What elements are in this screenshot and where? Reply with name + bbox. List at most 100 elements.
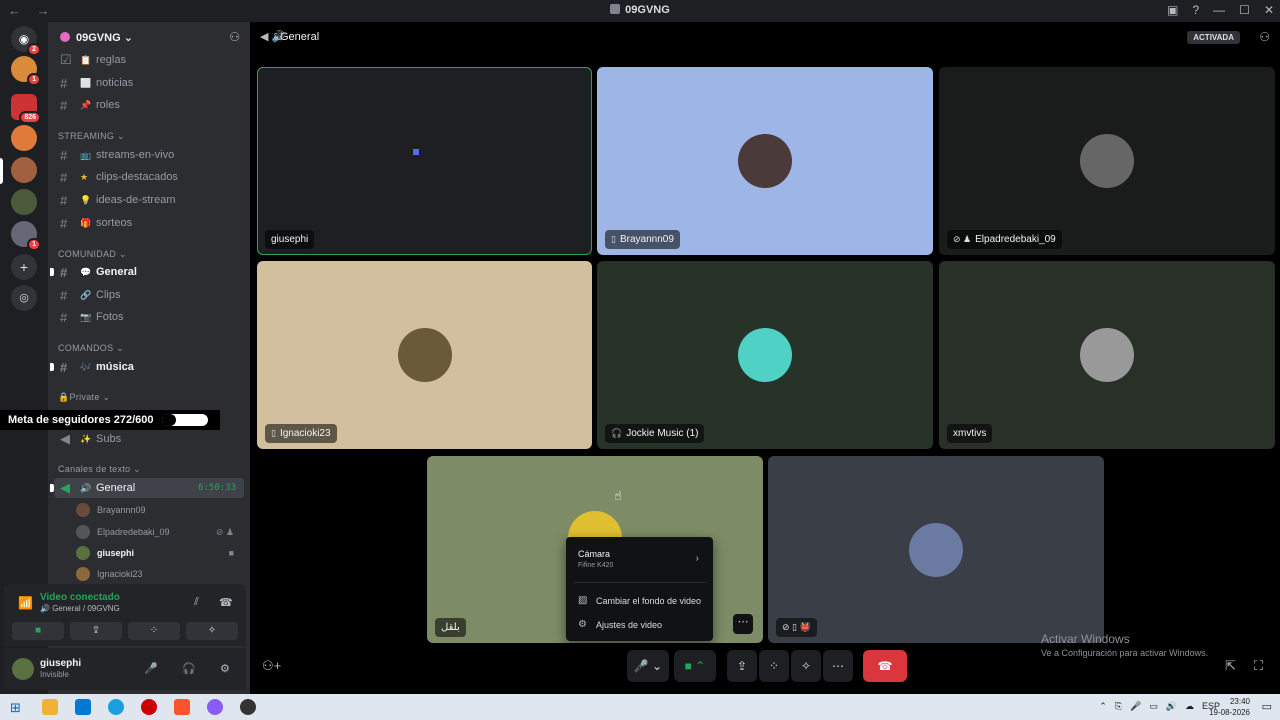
add-server-button[interactable]: + [11,254,37,280]
add-user-icon[interactable]: ⚇+ [262,658,281,674]
channel-clips[interactable]: # 🔗 Clips [54,285,244,305]
members-icon[interactable]: ⚇ [1259,30,1270,44]
server-icon-2[interactable]: 826 [11,94,41,124]
close-button[interactable]: ✕ [1264,3,1274,17]
camera-toggle-button[interactable]: ■ ⌃ [674,650,716,682]
disconnect-button[interactable]: ☎ [863,650,907,682]
channel-fotos[interactable]: # 📷 Fotos [54,307,244,327]
server-icon-1[interactable]: 1 [11,56,41,86]
video-tile-brayannn09[interactable]: ▯ Brayannn09 [597,67,933,255]
voice-member[interactable]: giusephi ■ [76,543,244,563]
home-button[interactable]: ◉ 2 [11,26,41,56]
settings-icon[interactable]: ⚙ [220,662,230,675]
category-streaming[interactable]: STREAMING ⌄ [58,131,125,142]
signal-icon[interactable]: 📶 [18,596,33,610]
network-icon[interactable]: ▭ [1149,701,1158,712]
chevron-up-icon[interactable]: ⌃ [1099,701,1107,712]
more-icon: ⋯ [832,659,844,673]
discover-button[interactable]: ◎ [11,285,37,311]
clock-time: 23:40 [1229,697,1250,706]
change-background-menu-item[interactable]: ▨ Cambiar el fondo de video [578,595,701,606]
screen-share-button[interactable]: ⇪ [70,622,122,640]
minimize-button[interactable]: — [1213,3,1225,17]
maximize-button[interactable]: ☐ [1239,3,1250,17]
discord-taskbar-icon[interactable] [240,699,256,715]
inbox-icon[interactable]: ▣ [1167,3,1178,17]
disconnect-icon[interactable]: ☎ [219,596,233,609]
volume-icon[interactable]: 🔊 [1166,701,1177,712]
tile-more-button[interactable]: ⋯ [733,614,753,634]
usb-icon[interactable]: ⎘ [1115,701,1122,712]
hash-icon: # [60,264,68,280]
server-icon-3[interactable] [11,125,37,151]
help-icon[interactable]: ? [1192,3,1199,17]
channel-reglas[interactable]: ☑ 📋 reglas [54,50,244,70]
app-icon[interactable] [141,699,157,715]
video-tile-xmvtivs[interactable]: xmvtivs [939,261,1275,449]
mail-icon[interactable] [75,699,91,715]
sparkle-icon: ✨ [80,433,92,444]
avatar[interactable] [12,658,34,680]
category-comandos[interactable]: COMANDOS ⌄ [58,343,124,354]
server-icon-6[interactable]: 1 [11,221,41,251]
camera-button[interactable]: ■ [12,622,64,640]
file-explorer-icon[interactable] [42,699,58,715]
video-tile-elpadredebaki[interactable]: ⊘ ♟ Elpadredebaki_09 [939,67,1275,255]
server-badge: 2 [27,43,41,56]
obs-icon[interactable] [207,699,223,715]
channel-streams-en-vivo[interactable]: # 📺 streams-en-vivo [54,145,244,165]
headset-icon[interactable]: 🎧 [182,662,196,675]
voice-member[interactable]: Elpadredebaki_09 ⊘ ♟ [76,522,244,542]
soundboard-button[interactable]: ✧ [186,622,238,640]
fullscreen-icon[interactable]: ⛶ [1254,658,1263,674]
video-tile-giusephi[interactable]: giusephi [257,67,592,255]
edge-icon[interactable] [108,699,124,715]
status-badge: ACTIVADA [1187,31,1240,44]
windows-start-icon[interactable]: ⊞ [10,700,21,716]
mic-tray-icon[interactable]: 🎤 [1130,701,1141,712]
activities-button[interactable]: ⁘ [759,650,789,682]
hash-icon: # [60,147,68,163]
brave-icon[interactable] [174,699,190,715]
channel-general[interactable]: # 💬 General [50,262,244,282]
soundboard-button[interactable]: ✧ [791,650,821,682]
clock[interactable]: 23:40 19-08-2026 [1209,696,1250,718]
video-tile-ignacioki23[interactable]: ▯ Ignacioki23 [257,261,592,449]
video-settings-menu-item[interactable]: ⚙ Ajustes de video [578,619,662,630]
connection-status[interactable]: Video conectado [40,592,120,603]
compass-icon: ◎ [19,292,29,304]
category-texto[interactable]: Canales de texto ⌄ [58,464,141,475]
more-options-button[interactable]: ⋯ [823,650,853,682]
screen-share-button[interactable]: ⇪ [727,650,757,682]
system-tray: ⌃ ⎘ 🎤 ▭ 🔊 ☁ ESP [1099,701,1220,712]
mic-icon[interactable]: 🎤 [144,662,158,675]
channel-subs[interactable]: ◀ ✨ Subs [54,429,244,449]
channel-clips-destacados[interactable]: # ★ clips-destacados [54,167,244,187]
channel-sorteos[interactable]: # 🎁 sorteos [54,213,244,233]
notification-icon[interactable]: ▭ [1262,700,1272,713]
channel-musica[interactable]: # 🎶 música [50,357,244,377]
deafened-icon: ⊘ ▯ 👹 [782,622,811,632]
noise-suppression-icon[interactable]: ⫽ [194,596,199,609]
video-tile-unnamed[interactable]: ⊘ ▯ 👹 [768,456,1104,643]
activities-button[interactable]: ⁘ [128,622,180,640]
popout-icon[interactable]: ⇱ [1225,658,1236,674]
channel-ideas-de-stream[interactable]: # 💡 ideas-de-stream [54,190,244,210]
category-comunidad[interactable]: COMUNIDAD ⌄ [58,249,127,260]
invite-icon[interactable]: ⚇ [229,30,240,44]
onedrive-icon[interactable]: ☁ [1185,701,1194,712]
camera-menu-item[interactable]: Cámara [578,549,610,559]
voice-channel-general[interactable]: ◀ 🔊 General 6:50:33 [50,478,244,498]
tile-name: ▯ Brayannn09 [605,230,680,249]
channel-roles[interactable]: # 📌 roles [54,95,244,115]
mic-toggle-button[interactable]: 🎤 ⌄ [627,650,669,682]
server-icon-4[interactable] [11,157,37,183]
server-badge: 1 [27,238,41,251]
channel-noticias[interactable]: # ⬜ noticias [54,73,244,93]
server-icon-5[interactable] [11,189,37,215]
goal-text: Meta de seguidores 272/600 [8,414,154,426]
voice-member[interactable]: Ignacioki23 [76,564,244,584]
voice-member[interactable]: Brayannn09 [76,500,244,520]
video-tile-jockie-music[interactable]: 🎧 Jockie Music (1) [597,261,933,449]
category-private[interactable]: 🔒Private ⌄ [58,392,110,403]
